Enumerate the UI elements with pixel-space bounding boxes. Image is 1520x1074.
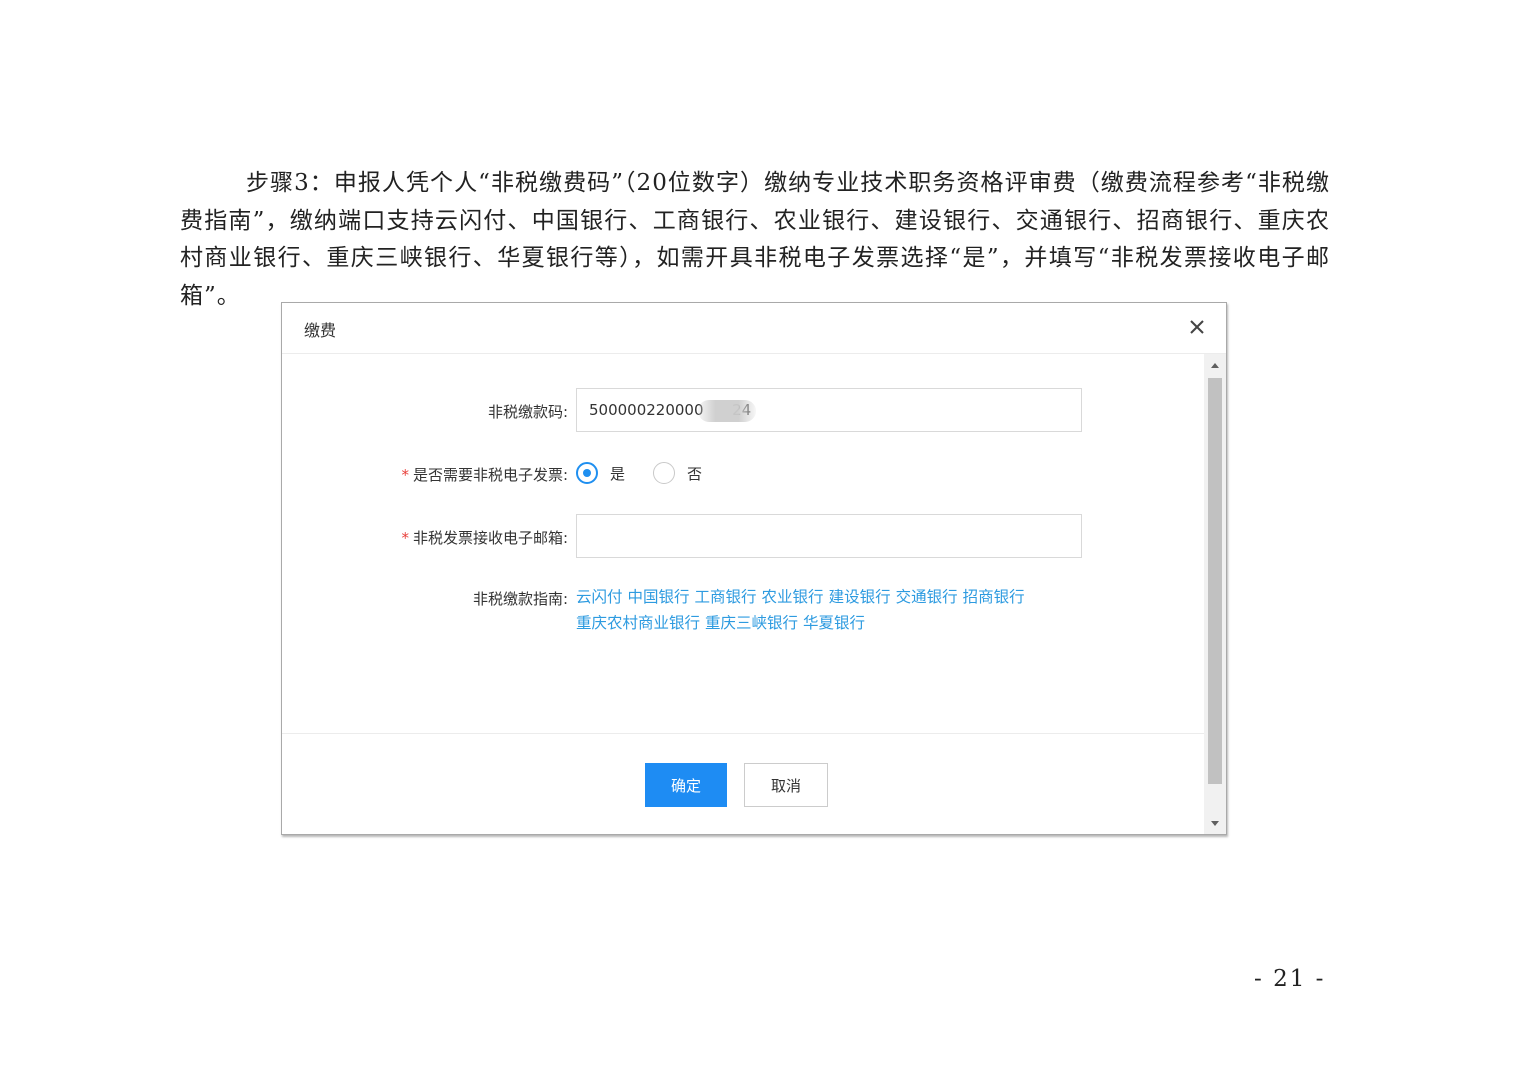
redaction-blur xyxy=(698,400,756,422)
payment-dialog: 缴费 非税缴款码: *是否需要非税电子发票: 是 否 *非税发票接收电子邮箱: xyxy=(281,302,1227,835)
guide-link-ccb[interactable]: 建设银行 xyxy=(829,588,891,606)
guide-link-cqrcb[interactable]: 重庆农村商业银行 xyxy=(576,614,700,632)
invoice-email-input[interactable] xyxy=(576,514,1082,558)
payment-code-input[interactable] xyxy=(576,388,1082,432)
need-invoice-radio-group: 是 否 xyxy=(576,460,730,486)
guide-link-three-gorges-bank[interactable]: 重庆三峡银行 xyxy=(705,614,798,632)
payment-guide-links: 云闪付 中国银行 工商银行 农业银行 建设银行 交通银行 招商银行 重庆农村商业银行 重庆三峡… xyxy=(576,584,1076,636)
page-number: - 21 - xyxy=(1254,966,1326,992)
required-mark: * xyxy=(401,529,409,547)
scroll-up-icon[interactable] xyxy=(1211,363,1219,368)
radio-option-yes[interactable]: 是 xyxy=(576,462,625,484)
invoice-email-label: * 非税发票接收电子邮箱: xyxy=(401,527,568,548)
guide-link-boc[interactable]: 中国银行 xyxy=(628,588,690,606)
dialog-title: 缴费 xyxy=(304,321,337,340)
dialog-footer: 确定 取消 xyxy=(282,733,1204,834)
confirm-button[interactable]: 确定 xyxy=(645,763,727,807)
payment-guide-label: 非税缴款指南: xyxy=(472,590,568,608)
dialog-header: 缴费 xyxy=(282,303,1226,354)
guide-link-icbc[interactable]: 工商银行 xyxy=(695,588,757,606)
guide-link-unionpay[interactable]: 云闪付 xyxy=(576,588,623,606)
radio-option-no-label: 否 xyxy=(687,464,703,483)
required-mark: * xyxy=(401,466,409,484)
instruction-paragraph: 步骤3：申报人凭个人“非税缴费码”（20位数字）缴纳专业技术职务资格评审费（缴费… xyxy=(180,170,1330,309)
guide-link-hxb[interactable]: 华夏银行 xyxy=(803,614,865,632)
invoice-email-label-text: 非税发票接收电子邮箱: xyxy=(412,529,568,547)
guide-link-cmb[interactable]: 招商银行 xyxy=(963,588,1025,606)
dialog-body: 非税缴款码: *是否需要非税电子发票: 是 否 *非税发票接收电子邮箱: 非税缴… xyxy=(282,354,1204,733)
radio-unchecked-icon[interactable] xyxy=(653,462,676,484)
scroll-thumb[interactable] xyxy=(1208,378,1222,784)
vertical-scrollbar[interactable] xyxy=(1204,354,1226,834)
payment-code-label: 非税缴款码: xyxy=(487,403,568,421)
close-icon[interactable] xyxy=(1186,316,1208,338)
radio-checked-icon[interactable] xyxy=(576,462,598,484)
need-invoice-label: * 是否需要非税电子发票: xyxy=(401,464,568,485)
radio-option-no[interactable]: 否 xyxy=(653,462,702,484)
guide-link-abc[interactable]: 农业银行 xyxy=(762,588,824,606)
cancel-button[interactable]: 取消 xyxy=(744,763,828,807)
need-invoice-label-text: 是否需要非税电子发票: xyxy=(412,466,568,484)
scroll-down-icon[interactable] xyxy=(1211,821,1219,826)
radio-option-yes-label: 是 xyxy=(610,464,626,483)
guide-link-bocom[interactable]: 交通银行 xyxy=(896,588,958,606)
